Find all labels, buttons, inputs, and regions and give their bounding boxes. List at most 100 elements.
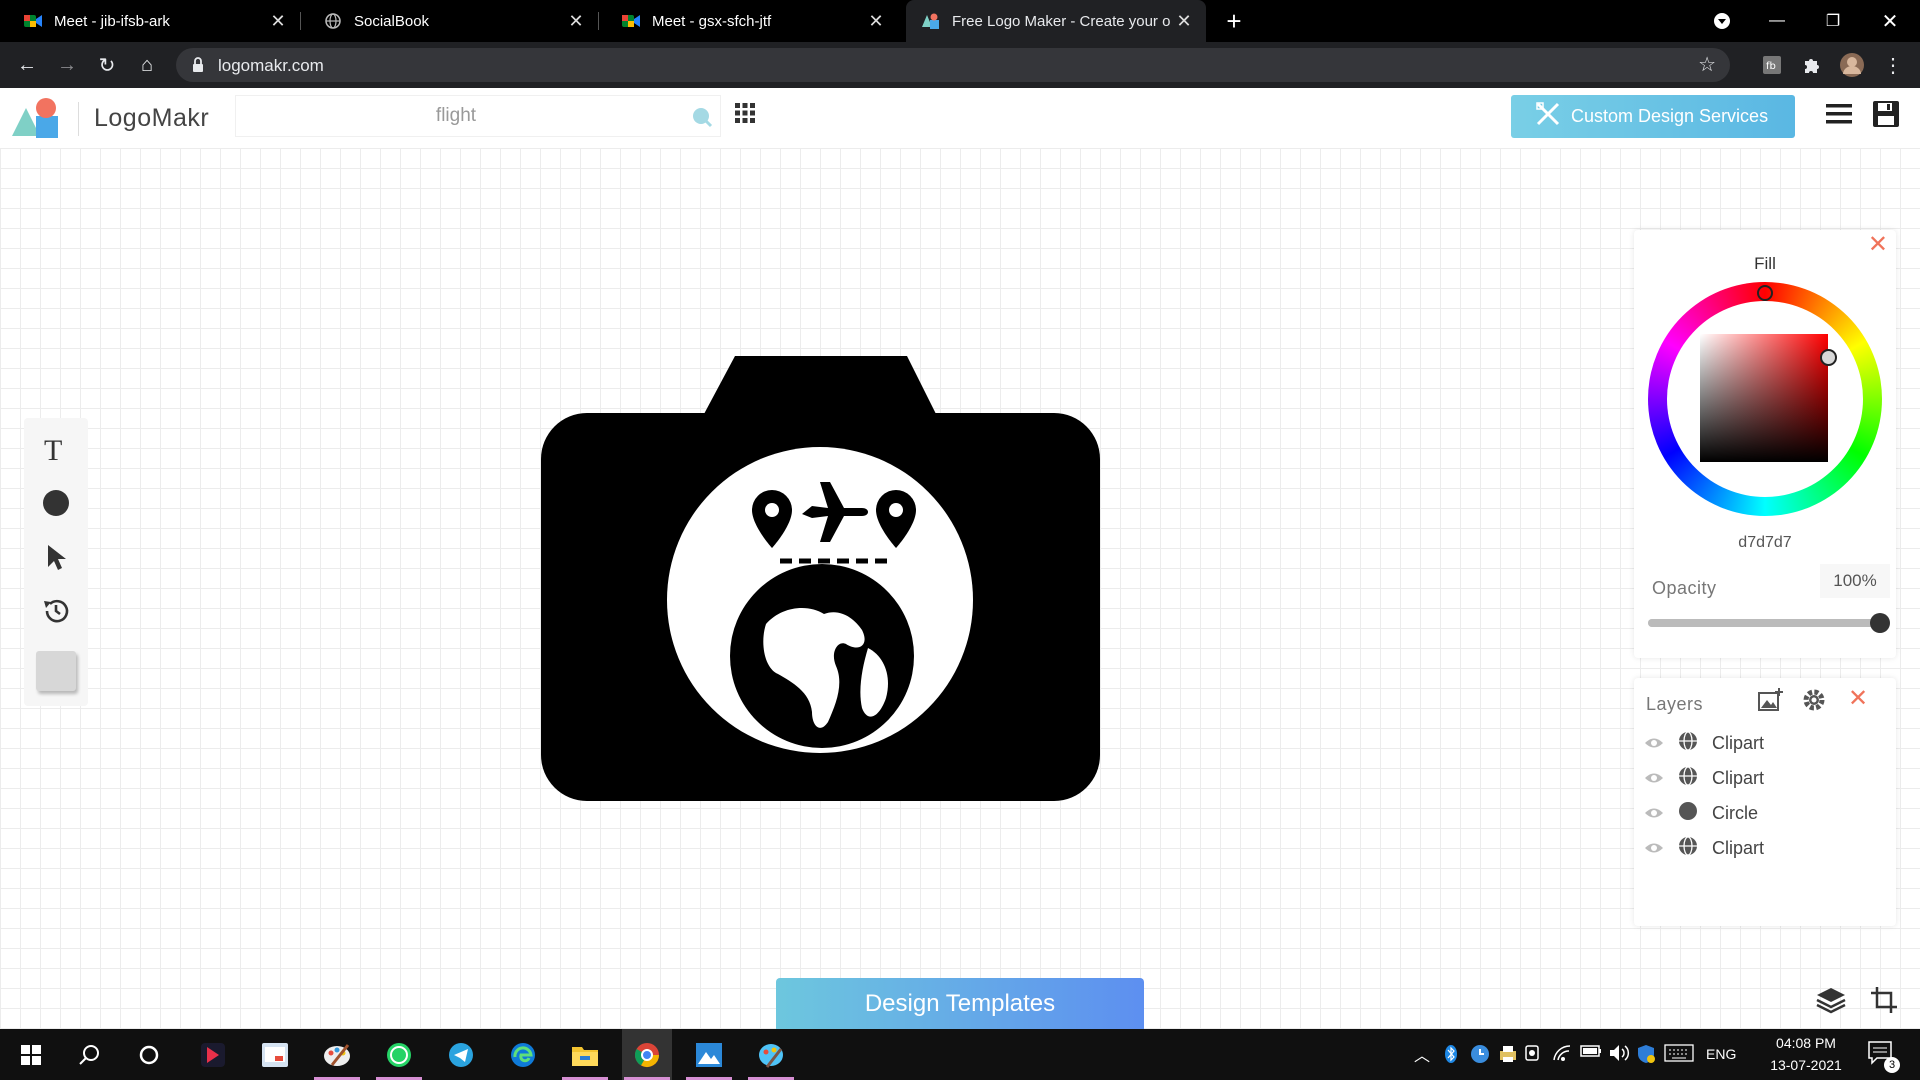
select-pointer-icon[interactable] xyxy=(24,530,88,584)
app-icon-red[interactable] xyxy=(188,1029,238,1080)
saturation-value-square[interactable] xyxy=(1700,334,1828,462)
bookmark-star-icon[interactable]: ☆ xyxy=(1698,52,1716,77)
address-bar[interactable]: logomakr.com ☆ xyxy=(176,48,1730,82)
layer-item[interactable]: Clipart xyxy=(1644,831,1884,865)
save-icon[interactable] xyxy=(1872,100,1900,133)
close-window-icon[interactable]: ✕ xyxy=(1867,0,1913,42)
logomakr-logo[interactable] xyxy=(12,96,68,147)
edge-browser-icon[interactable] xyxy=(498,1029,548,1080)
layer-label: Clipart xyxy=(1712,837,1765,858)
settings-gear-icon[interactable] xyxy=(1802,688,1826,717)
paint-3d-icon[interactable] xyxy=(746,1029,796,1080)
browser-toolbar: ← → ↻ ⌂ logomakr.com ☆ fb ⋮ xyxy=(0,42,1920,88)
close-tab-icon[interactable]: ✕ xyxy=(564,11,588,32)
reload-icon[interactable]: ↻ xyxy=(93,51,121,79)
windows-start-icon[interactable] xyxy=(6,1029,56,1080)
clock-app-icon[interactable] xyxy=(1470,1044,1490,1067)
text-tool-icon[interactable]: T xyxy=(24,422,88,476)
browser-tab[interactable]: Meet - gsx-sfch-jtf ✕ xyxy=(598,0,898,42)
visibility-eye-icon[interactable] xyxy=(1644,733,1666,754)
tab-search-icon[interactable] xyxy=(1699,0,1745,42)
restore-icon[interactable]: ❐ xyxy=(1810,0,1856,42)
paint-app-icon[interactable] xyxy=(312,1029,362,1080)
logo-artwork[interactable] xyxy=(540,356,1104,820)
globe-icon xyxy=(1678,730,1698,756)
telegram-icon[interactable] xyxy=(436,1029,486,1080)
language-indicator[interactable]: ENG xyxy=(1706,1046,1736,1062)
extension-icon[interactable]: fb xyxy=(1758,51,1786,79)
photos-app-icon[interactable] xyxy=(684,1029,734,1080)
close-tab-icon[interactable]: ✕ xyxy=(864,11,888,32)
crop-icon[interactable] xyxy=(1870,986,1898,1019)
hex-value[interactable]: d7d7d7 xyxy=(1634,534,1896,552)
history-icon[interactable] xyxy=(24,584,88,638)
tray-chevron-icon[interactable]: ︿ xyxy=(1414,1042,1430,1066)
hamburger-menu-icon[interactable] xyxy=(1826,102,1852,131)
volume-icon[interactable] xyxy=(1608,1044,1630,1065)
forward-icon[interactable]: → xyxy=(53,51,81,79)
screen-app-icon[interactable] xyxy=(250,1029,300,1080)
browser-menu-icon[interactable]: ⋮ xyxy=(1879,51,1907,79)
battery-icon[interactable] xyxy=(1580,1044,1602,1061)
add-image-icon[interactable] xyxy=(1758,688,1784,717)
design-canvas[interactable]: T ✕ Fill d7d7d7 Opacity 100% Layers ✕ Cl… xyxy=(0,148,1920,1030)
layer-item[interactable]: Clipart xyxy=(1644,761,1884,795)
search-input[interactable] xyxy=(236,96,676,136)
opacity-label: Opacity xyxy=(1652,578,1717,598)
globe-icon xyxy=(1678,835,1698,861)
back-icon[interactable]: ← xyxy=(13,51,41,79)
whatsapp-icon[interactable] xyxy=(374,1029,424,1080)
security-shield-icon[interactable] xyxy=(1636,1044,1656,1067)
file-explorer-icon[interactable] xyxy=(560,1029,610,1080)
search-icon[interactable] xyxy=(64,1029,114,1080)
new-tab-button[interactable]: + xyxy=(1222,6,1246,37)
opacity-slider-fill xyxy=(1648,619,1880,627)
fill-panel: ✕ Fill d7d7d7 Opacity 100% xyxy=(1634,230,1896,658)
close-tab-icon[interactable]: ✕ xyxy=(266,11,290,32)
design-templates-button[interactable]: Design Templates xyxy=(776,978,1144,1030)
layer-label: Circle xyxy=(1712,802,1759,823)
opacity-slider-thumb[interactable] xyxy=(1870,613,1890,633)
search-icon[interactable] xyxy=(691,106,713,133)
webcam-icon[interactable] xyxy=(1524,1044,1542,1067)
color-picker-handle[interactable] xyxy=(1820,349,1837,366)
home-icon[interactable]: ⌂ xyxy=(133,51,161,79)
close-layers-panel-icon[interactable]: ✕ xyxy=(1848,684,1868,713)
layer-item[interactable]: Clipart xyxy=(1644,726,1884,760)
layer-item[interactable]: Circle xyxy=(1644,796,1884,830)
opacity-slider-track[interactable] xyxy=(1648,613,1890,633)
tab-title: SocialBook xyxy=(354,12,430,30)
opacity-input[interactable]: 100% xyxy=(1820,564,1890,598)
keyboard-icon[interactable] xyxy=(1664,1044,1694,1065)
hue-handle[interactable] xyxy=(1757,285,1773,301)
cortana-icon[interactable] xyxy=(124,1029,174,1080)
chrome-icon[interactable] xyxy=(622,1029,672,1080)
close-tab-icon[interactable]: ✕ xyxy=(1172,11,1196,32)
extensions-puzzle-icon[interactable] xyxy=(1798,51,1826,79)
google-meet-icon xyxy=(622,12,640,30)
profile-avatar[interactable] xyxy=(1838,51,1866,79)
layers-stack-icon[interactable] xyxy=(1816,986,1846,1019)
apps-grid-icon[interactable] xyxy=(734,102,756,129)
browser-tab-active[interactable]: Free Logo Maker - Create your o ✕ xyxy=(906,0,1206,42)
background-color-swatch[interactable] xyxy=(24,644,88,698)
globe-clipart[interactable] xyxy=(730,564,914,748)
notification-count-badge: 3 xyxy=(1884,1057,1900,1073)
system-date[interactable]: 13-07-2021 xyxy=(1760,1057,1852,1073)
wifi-icon[interactable] xyxy=(1552,1044,1572,1065)
minimize-icon[interactable]: — xyxy=(1754,0,1800,42)
svg-text:fb: fb xyxy=(1766,61,1776,72)
custom-design-services-button[interactable]: Custom Design Services xyxy=(1511,95,1795,138)
system-time[interactable]: 04:08 PM xyxy=(1760,1035,1852,1051)
visibility-eye-icon[interactable] xyxy=(1644,838,1666,859)
bluetooth-icon[interactable] xyxy=(1444,1044,1458,1067)
shape-tool-icon[interactable] xyxy=(24,476,88,530)
layers-title: Layers xyxy=(1646,694,1704,714)
visibility-eye-icon[interactable] xyxy=(1644,768,1666,789)
custom-design-label: Custom Design Services xyxy=(1571,106,1769,126)
browser-tab[interactable]: SocialBook ✕ xyxy=(300,0,598,42)
visibility-eye-icon[interactable] xyxy=(1644,803,1666,824)
browser-tab[interactable]: Meet - jib-ifsb-ark ✕ xyxy=(0,0,300,42)
printer-icon[interactable] xyxy=(1498,1044,1518,1067)
clipart-search xyxy=(235,95,721,137)
